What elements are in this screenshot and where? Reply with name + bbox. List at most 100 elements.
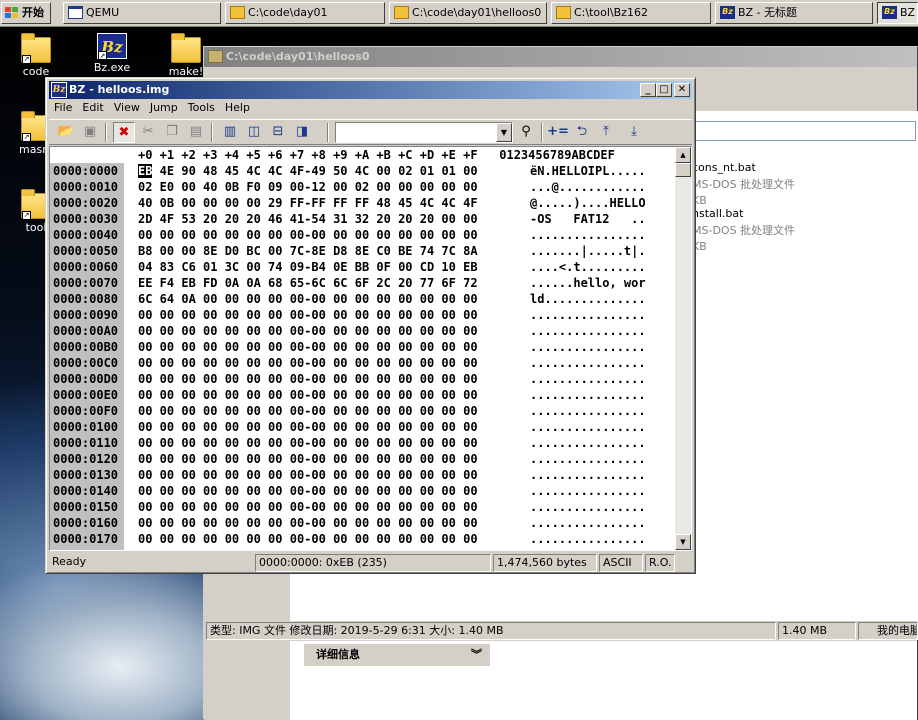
row-hex[interactable]: 00 00 00 00 00 00 00 00-00 00 00 00 00 0… <box>138 419 530 435</box>
task-explorer-day01[interactable]: C:\code\day01 <box>225 2 385 24</box>
row-ascii[interactable]: ................ <box>530 436 646 450</box>
row-hex[interactable]: EE F4 EB FD 0A 0A 68 65-6C 6C 6F 2C 20 7… <box>138 275 530 291</box>
row-ascii[interactable]: ................ <box>530 356 646 370</box>
jump-bottom-icon[interactable]: ⤓ <box>623 122 645 143</box>
row-ascii[interactable]: .......|.....t|. <box>530 244 646 258</box>
row-ascii[interactable]: ................ <box>530 324 646 338</box>
hex-row[interactable]: 0000:0170 00 00 00 00 00 00 00 00-00 00 0… <box>53 531 646 547</box>
hex-row[interactable]: 0000:00B0 00 00 00 00 00 00 00 00-00 00 0… <box>53 339 646 355</box>
row-hex[interactable]: EB 4E 90 48 45 4C 4C 4F-49 50 4C 00 02 0… <box>138 163 530 179</box>
hex-row[interactable]: 0000:0020 40 0B 00 00 00 00 29 FF-FF FF F… <box>53 195 646 211</box>
desktop-icon-bz[interactable]: Bz ↗ Bz.exe <box>84 33 140 74</box>
menu-view[interactable]: View <box>109 99 145 117</box>
hex-row[interactable]: 0000:0010 02 E0 00 40 0B F0 09 00-12 00 0… <box>53 179 646 195</box>
menu-file[interactable]: File <box>49 99 77 117</box>
split-horizontal-icon[interactable]: ⊟ <box>267 122 289 143</box>
back-icon[interactable]: ⮌ <box>571 122 593 143</box>
row-hex[interactable]: B8 00 00 8E D0 BC 00 7C-8E D8 8E C0 BE 7… <box>138 243 530 259</box>
copy-icon[interactable]: ❐ <box>161 122 183 143</box>
compare-icon[interactable]: ◨ <box>291 122 313 143</box>
row-ascii[interactable]: ................ <box>530 340 646 354</box>
row-hex[interactable]: 00 00 00 00 00 00 00 00-00 00 00 00 00 0… <box>138 227 530 243</box>
hex-row[interactable]: 0000:00D0 00 00 00 00 00 00 00 00-00 00 0… <box>53 371 646 387</box>
row-ascii[interactable]: ................ <box>530 516 646 530</box>
hex-row[interactable]: 0000:0090 00 00 00 00 00 00 00 00-00 00 0… <box>53 307 646 323</box>
hex-row[interactable]: 0000:0130 00 00 00 00 00 00 00 00-00 00 0… <box>53 467 646 483</box>
maximize-button[interactable]: □ <box>656 83 672 97</box>
menu-help[interactable]: Help <box>220 99 255 117</box>
menu-jump[interactable]: Jump <box>145 99 183 117</box>
hex-row[interactable]: 0000:0060 04 83 C6 01 3C 00 74 09-B4 0E B… <box>53 259 646 275</box>
row-hex[interactable]: 00 00 00 00 00 00 00 00-00 00 00 00 00 0… <box>138 339 530 355</box>
row-ascii[interactable]: ëN.HELLOIPL..... <box>530 164 646 178</box>
explorer-titlebar[interactable]: C:\code\day01\helloos0 <box>204 47 917 67</box>
minimize-button[interactable]: _ <box>640 83 656 97</box>
split-vertical-icon[interactable]: ◫ <box>243 122 265 143</box>
row-ascii[interactable]: ................ <box>530 308 646 322</box>
row-hex[interactable]: 00 00 00 00 00 00 00 00-00 00 00 00 00 0… <box>138 403 530 419</box>
row-hex[interactable]: 00 00 00 00 00 00 00 00-00 00 00 00 00 0… <box>138 435 530 451</box>
row-ascii[interactable]: ................ <box>530 228 646 242</box>
vertical-scrollbar[interactable]: ▲ ▼ <box>675 147 691 550</box>
cursor-byte[interactable]: EB <box>138 164 153 178</box>
row-hex[interactable]: 00 00 00 00 00 00 00 00-00 00 00 00 00 0… <box>138 371 530 387</box>
row-hex[interactable]: 00 00 00 00 00 00 00 00-00 00 00 00 00 0… <box>138 499 530 515</box>
row-hex[interactable]: 00 00 00 00 00 00 00 00-00 00 00 00 00 0… <box>138 307 530 323</box>
row-hex[interactable]: 6C 64 0A 00 00 00 00 00-00 00 00 00 00 0… <box>138 291 530 307</box>
bz-titlebar[interactable]: Bz BZ - helloos.img _ □ ✕ <box>49 81 692 99</box>
row-hex[interactable]: 00 00 00 00 00 00 00 00-00 00 00 00 00 0… <box>138 387 530 403</box>
row-hex[interactable]: 04 83 C6 01 3C 00 74 09-B4 0E BB 0F 00 C… <box>138 259 530 275</box>
hex-row[interactable]: 0000:00F0 00 00 00 00 00 00 00 00-00 00 0… <box>53 403 646 419</box>
open-icon[interactable]: 📂 <box>55 122 77 143</box>
hex-row[interactable]: 0000:0140 00 00 00 00 00 00 00 00-00 00 0… <box>53 483 646 499</box>
hex-row[interactable]: 0000:0040 00 00 00 00 00 00 00 00-00 00 0… <box>53 227 646 243</box>
cut-icon[interactable]: ✂ <box>137 122 159 143</box>
row-hex[interactable]: 00 00 00 00 00 00 00 00-00 00 00 00 00 0… <box>138 531 530 547</box>
row-hex[interactable]: 00 00 00 00 00 00 00 00-00 00 00 00 00 0… <box>138 467 530 483</box>
start-button[interactable]: 开始 <box>1 2 51 24</box>
status-mode[interactable]: R.O. <box>645 554 675 572</box>
row-ascii[interactable]: -OS FAT12 .. <box>530 212 646 226</box>
row-hex[interactable]: 00 00 00 00 00 00 00 00-00 00 00 00 00 0… <box>138 483 530 499</box>
view-single-icon[interactable]: ▥ <box>219 122 241 143</box>
row-ascii[interactable]: ......hello, wor <box>530 276 646 290</box>
row-hex[interactable]: 00 00 00 00 00 00 00 00-00 00 00 00 00 0… <box>138 323 530 339</box>
status-encoding[interactable]: ASCII <box>599 554 643 572</box>
search-combo[interactable]: ▼ <box>335 122 513 143</box>
row-hex[interactable]: 40 0B 00 00 00 00 29 FF-FF FF FF 48 45 4… <box>138 195 530 211</box>
hex-row[interactable]: 0000:0050 B8 00 00 8E D0 BC 00 7C-8E D8 8… <box>53 243 646 259</box>
jump-top-icon[interactable]: ⤒ <box>595 122 617 143</box>
row-hex[interactable]: 02 E0 00 40 0B F0 09 00-12 00 02 00 00 0… <box>138 179 530 195</box>
find-icon[interactable]: ⚲ <box>515 122 537 143</box>
row-ascii[interactable]: ................ <box>530 484 646 498</box>
row-ascii[interactable]: ....<.t......... <box>530 260 646 274</box>
scroll-thumb[interactable] <box>675 163 691 177</box>
task-bz-untitled[interactable]: Bz BZ - 无标题 <box>715 2 873 24</box>
save-icon[interactable]: ▣ <box>79 122 101 143</box>
row-ascii[interactable]: ................ <box>530 420 646 434</box>
menu-tools[interactable]: Tools <box>183 99 220 117</box>
desktop-icon-code[interactable]: ↗ code <box>8 33 64 78</box>
row-ascii[interactable]: ................ <box>530 372 646 386</box>
row-hex[interactable]: 00 00 00 00 00 00 00 00-00 00 00 00 00 0… <box>138 451 530 467</box>
add-bookmark-icon[interactable]: += <box>547 122 569 143</box>
chevron-down-icon[interactable]: ▼ <box>496 123 512 142</box>
hex-row[interactable]: 0000:00C0 00 00 00 00 00 00 00 00-00 00 0… <box>53 355 646 371</box>
hex-row[interactable]: 0000:0030 2D 4F 53 20 20 20 46 41-54 31 3… <box>53 211 646 227</box>
address-input[interactable] <box>694 121 916 141</box>
row-ascii[interactable]: ld.............. <box>530 292 646 306</box>
hex-row[interactable]: 0000:0000 EB 4E 90 48 45 4C 4C 4F-49 50 4… <box>53 163 646 179</box>
row-ascii[interactable]: ................ <box>530 404 646 418</box>
readonly-icon[interactable]: ✖ <box>113 122 135 143</box>
row-hex[interactable]: 00 00 00 00 00 00 00 00-00 00 00 00 00 0… <box>138 355 530 371</box>
hex-row[interactable]: 0000:0160 00 00 00 00 00 00 00 00-00 00 0… <box>53 515 646 531</box>
details-panel-header[interactable]: 详细信息 ︾ <box>304 644 490 666</box>
file-item[interactable]: nstall.bat MS-DOS 批处理文件 KB <box>692 207 795 253</box>
row-hex[interactable]: 00 00 00 00 00 00 00 00-00 00 00 00 00 0… <box>138 515 530 531</box>
paste-icon[interactable]: ▤ <box>185 122 207 143</box>
row-ascii[interactable]: ................ <box>530 468 646 482</box>
hex-row[interactable]: 0000:00A0 00 00 00 00 00 00 00 00-00 00 0… <box>53 323 646 339</box>
row-hex[interactable]: 2D 4F 53 20 20 20 46 41-54 31 32 20 20 2… <box>138 211 530 227</box>
hex-row[interactable]: 0000:0110 00 00 00 00 00 00 00 00-00 00 0… <box>53 435 646 451</box>
row-ascii[interactable]: ................ <box>530 532 646 546</box>
